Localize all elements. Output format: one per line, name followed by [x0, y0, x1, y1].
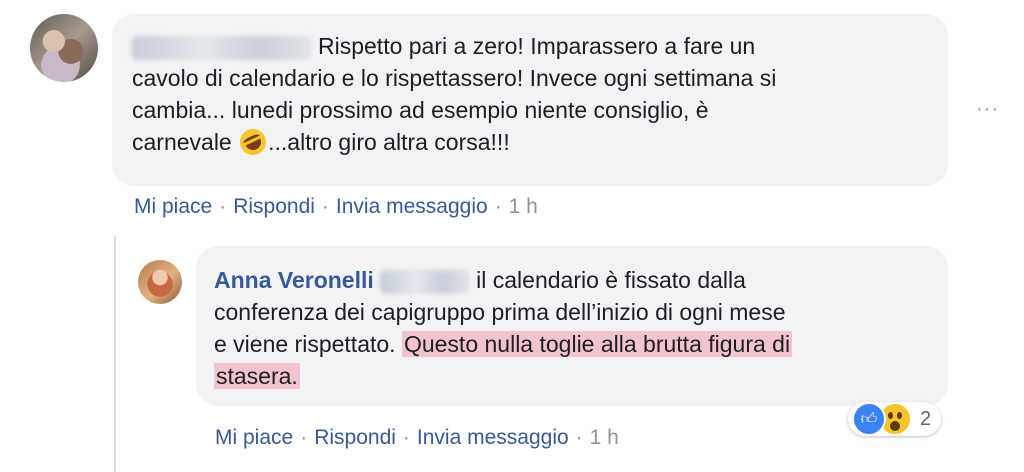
comment-text: Rispetto pari a zero! Imparassero a fare…: [132, 30, 932, 160]
timestamp[interactable]: 1 h: [509, 195, 538, 218]
timestamp[interactable]: 1 h: [590, 426, 619, 449]
comment-actions: Mi piace · Rispondi · Invia messaggio · 1 h: [134, 195, 538, 218]
comment-bubble: Rispetto pari a zero! Imparassero a fare…: [112, 14, 948, 186]
reply-text: Anna Veronelli il calendario è fissato d…: [214, 267, 793, 389]
send-message-link[interactable]: Invia messaggio: [417, 426, 569, 449]
rolling-laughing-emoji-icon: [235, 124, 271, 160]
reply-link[interactable]: Rispondi: [314, 426, 396, 449]
thread-line: [114, 236, 116, 472]
like-icon: 👍︎: [852, 402, 886, 436]
reply-bubble: Anna Veronelli il calendario è fissato d…: [196, 246, 948, 406]
highlighted-text: Questo nulla toglie alla brutta figura d…: [401, 331, 793, 357]
like-link[interactable]: Mi piace: [134, 195, 212, 218]
author-name-blurred[interactable]: [132, 35, 312, 60]
like-link[interactable]: Mi piace: [215, 426, 293, 449]
avatar[interactable]: [30, 14, 98, 82]
reactions-summary[interactable]: 👍︎ 2: [848, 402, 942, 436]
more-options-icon[interactable]: ···: [976, 98, 999, 121]
avatar[interactable]: [138, 260, 182, 304]
send-message-link[interactable]: Invia messaggio: [336, 195, 488, 218]
reaction-count: 2: [920, 407, 932, 430]
reply-link[interactable]: Rispondi: [233, 195, 315, 218]
highlighted-text: stasera.: [214, 363, 300, 389]
author-name[interactable]: Anna Veronelli: [214, 267, 374, 293]
reply-actions: Mi piace · Rispondi · Invia messaggio · 1 h: [215, 426, 619, 449]
author-surname-blurred[interactable]: [380, 269, 471, 294]
